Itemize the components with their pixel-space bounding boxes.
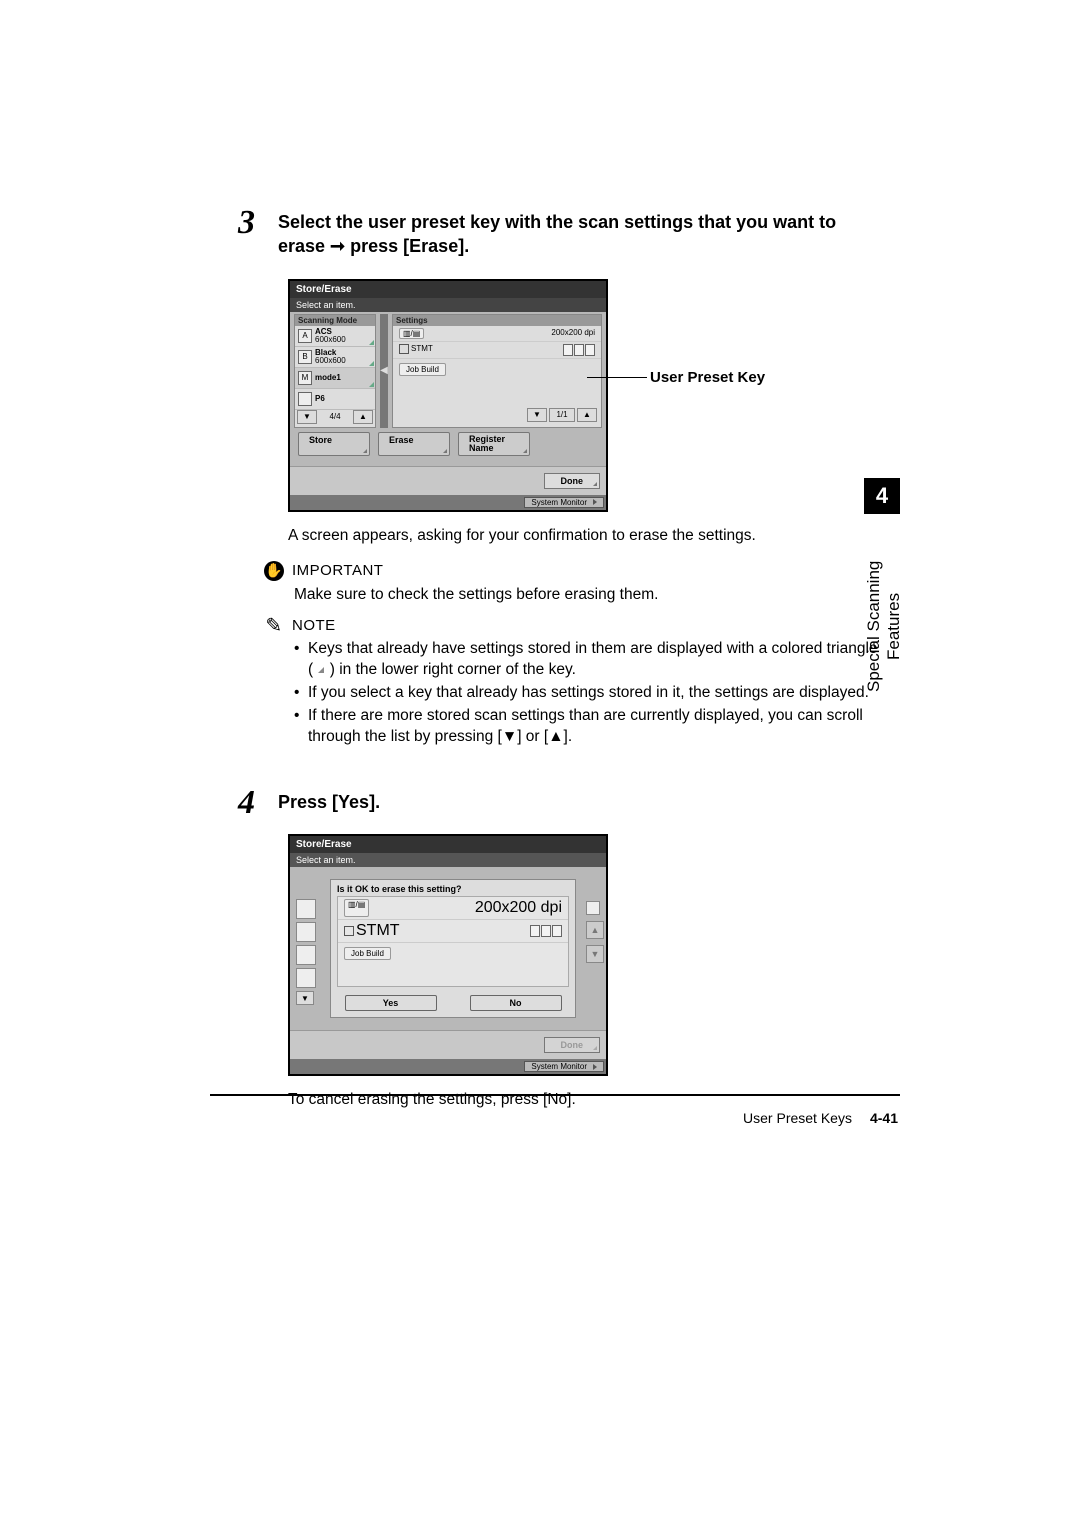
- preset-key-acs[interactable]: A ACS600x600: [295, 326, 375, 347]
- preset-sub: 600x600: [315, 356, 346, 365]
- preset-key-p6[interactable]: P6: [295, 389, 375, 410]
- arrow-right-icon: [593, 499, 597, 505]
- preset-key-mode1[interactable]: M mode1: [295, 368, 375, 389]
- side-indicator-icon: [586, 901, 600, 915]
- note-bullet-2: If you select a key that already has set…: [294, 683, 880, 704]
- setting-dpi: 200x200 dpi: [551, 328, 595, 339]
- setting-dpi: 200x200 dpi: [475, 899, 562, 917]
- page-indicator: 1/1: [549, 408, 575, 422]
- system-monitor-button[interactable]: System Monitor: [524, 497, 604, 508]
- fig1-title: Store/Erase: [290, 281, 606, 298]
- setting-stmt: STMT: [411, 344, 433, 353]
- setting-orientation: ▥/▤: [399, 328, 424, 339]
- step-3-number: 3: [238, 204, 255, 242]
- fig1-subtitle: Select an item.: [290, 298, 606, 312]
- fig2-title: Store/Erase: [290, 836, 606, 853]
- important-text: Make sure to check the settings before e…: [294, 585, 880, 606]
- important-label: IMPORTANT: [292, 562, 383, 579]
- preset-icon: [298, 392, 312, 406]
- doc-mode-icons: [563, 344, 595, 356]
- chapter-label: Special Scanning Features: [864, 526, 904, 726]
- stored-triangle-icon: [369, 382, 374, 387]
- note-icon: ✎: [264, 615, 284, 635]
- checkbox-icon: [344, 926, 354, 936]
- done-button[interactable]: Done: [544, 473, 601, 489]
- arrow-right-icon: [593, 1064, 597, 1070]
- yes-button[interactable]: Yes: [345, 995, 437, 1011]
- important-icon: ✋: [264, 561, 284, 581]
- preset-icon: B: [298, 350, 312, 364]
- triangle-icon: [318, 667, 324, 673]
- left-page-down[interactable]: ▼: [297, 410, 317, 424]
- note-bullet-1: Keys that already have settings stored i…: [294, 639, 880, 681]
- page-up-button[interactable]: ▲: [577, 408, 597, 422]
- callout-line: [587, 377, 647, 378]
- confirm-question: Is it OK to erase this setting?: [331, 880, 575, 896]
- erase-button[interactable]: Erase: [378, 432, 450, 456]
- job-build-chip: Job Build: [399, 363, 446, 376]
- preset-key-black[interactable]: B Black600x600: [295, 347, 375, 368]
- preset-name: P6: [315, 394, 325, 403]
- callout-user-preset-key: User Preset Key: [650, 369, 765, 386]
- fig2-subtitle: Select an item.: [290, 853, 606, 867]
- step3-after-text: A screen appears, asking for your confir…: [288, 526, 880, 547]
- preset-icon: M: [298, 371, 312, 385]
- panel-collapse-arrow-icon[interactable]: ◀: [380, 314, 388, 428]
- done-button-disabled: Done: [544, 1037, 601, 1053]
- page-down-button[interactable]: ▼: [527, 408, 547, 422]
- fig1-left-header: Scanning Mode: [295, 315, 375, 326]
- note-bullet-3: If there are more stored scan settings t…: [294, 706, 880, 748]
- stored-triangle-icon: [369, 340, 374, 345]
- figure-1: Store/Erase Select an item. Scanning Mod…: [288, 279, 608, 512]
- ghost-preset-column: ▼: [296, 899, 322, 1005]
- chapter-number: 4: [864, 478, 900, 514]
- scroll-up-button[interactable]: ▲: [586, 921, 604, 939]
- checkbox-icon: [399, 344, 409, 354]
- preset-sub: 600x600: [315, 335, 346, 344]
- preset-icon: A: [298, 329, 312, 343]
- stored-triangle-icon: [369, 361, 374, 366]
- preset-name: mode1: [315, 373, 341, 382]
- setting-orientation: ▥/▤: [344, 899, 369, 917]
- footer-rule: [210, 1094, 900, 1096]
- chapter-side-tab: 4 Special Scanning Features: [864, 478, 900, 726]
- register-name-button[interactable]: Register Name: [458, 432, 530, 456]
- figure-2: Store/Erase Select an item. ▼ Is it OK t…: [288, 834, 608, 1076]
- left-page-indicator: 4/4: [329, 412, 340, 421]
- job-build-chip: Job Build: [344, 947, 391, 960]
- store-button[interactable]: Store: [298, 432, 370, 456]
- step-4-number: 4: [238, 784, 255, 822]
- step-3-heading: Select the user preset key with the scan…: [278, 210, 880, 259]
- note-label: NOTE: [292, 617, 336, 634]
- step-4-heading: Press [Yes].: [278, 790, 880, 814]
- system-monitor-button[interactable]: System Monitor: [524, 1061, 604, 1072]
- doc-mode-icons: [530, 922, 562, 940]
- no-button[interactable]: No: [470, 995, 562, 1011]
- scroll-down-button[interactable]: ▼: [586, 945, 604, 963]
- left-page-up[interactable]: ▲: [353, 410, 373, 424]
- fig1-right-header: Settings: [393, 315, 601, 326]
- setting-stmt: STMT: [356, 922, 400, 939]
- footer-page-number: 4-41: [870, 1110, 898, 1126]
- footer-section: User Preset Keys: [743, 1110, 852, 1126]
